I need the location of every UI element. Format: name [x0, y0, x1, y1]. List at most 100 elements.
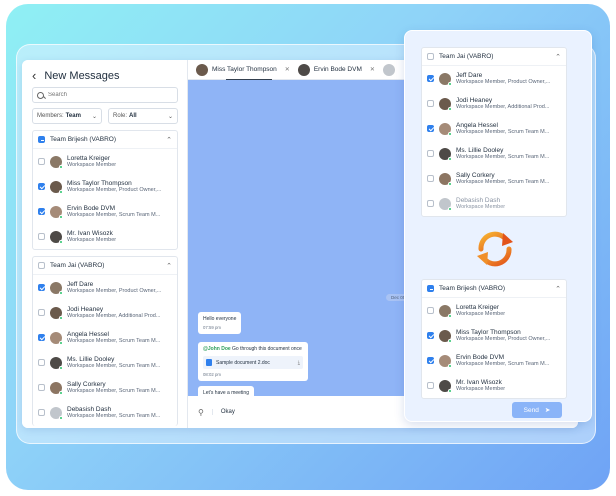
member-checkbox[interactable] [38, 384, 45, 391]
filters: Members: Team ⌄ Role: All ⌄ [32, 108, 178, 124]
search-box[interactable] [32, 87, 178, 103]
chevron-up-icon[interactable]: ⌃ [166, 262, 172, 270]
close-icon[interactable]: ✕ [370, 66, 375, 73]
member-name: Miss Taylor Thompson [67, 180, 132, 187]
member-row[interactable]: Angela Hessel Workspace Member, Scrum Tea… [422, 116, 566, 141]
tab-label: Ervin Bode DVM [313, 66, 362, 73]
tab-chat[interactable]: Miss Taylor Thompson ✕ [196, 63, 290, 76]
member-checkbox[interactable] [427, 382, 434, 389]
group-checkbox[interactable] [427, 285, 434, 292]
member-row[interactable]: Ms. Lillie Dooley Workspace Member, Scrum… [33, 350, 177, 375]
message-input[interactable]: Okay [211, 409, 235, 415]
member-checkbox[interactable] [427, 332, 434, 339]
member-role: Workspace Member, Product Owner,... [456, 336, 551, 342]
group-checkbox[interactable] [38, 262, 45, 269]
member-checkbox[interactable] [38, 309, 45, 316]
member-name: Sally Corkery [67, 381, 106, 388]
download-icon[interactable]: ⤓ [298, 360, 300, 366]
avatar [439, 354, 452, 368]
member-checkbox[interactable] [38, 409, 45, 416]
avatar [439, 72, 452, 86]
member-row[interactable]: Ervin Bode DVM Workspace Member, Scrum Te… [422, 348, 566, 373]
member-checkbox[interactable] [38, 334, 45, 341]
member-checkbox[interactable] [427, 307, 434, 314]
avatar [439, 147, 452, 161]
member-checkbox[interactable] [38, 183, 45, 190]
member-name: Angela Hessel [67, 331, 109, 338]
send-button[interactable]: Send ➤ [512, 402, 562, 418]
tab-chat[interactable] [382, 63, 395, 76]
member-checkbox[interactable] [427, 100, 434, 107]
member-row[interactable]: Mr. Ivan Wisozk Workspace Member [33, 224, 177, 249]
attachment-icon[interactable]: ⚲ [198, 408, 204, 417]
group-header[interactable]: Team Brijesh (VABRO) ⌃ [33, 131, 177, 149]
member-row[interactable]: Angela Hessel Workspace Member, Scrum Tea… [33, 325, 177, 350]
avatar [439, 379, 452, 393]
search-input[interactable] [48, 92, 168, 98]
group-team-brijesh: Team Brijesh (VABRO) ⌃ Loretta Kreiger Work… [32, 130, 178, 250]
message-time: 07:59 pm [203, 325, 221, 330]
member-row[interactable]: Sally Corkery Workspace Member, Scrum Tea… [33, 375, 177, 400]
group-header[interactable]: Team Jai (VABRO) ⌃ [422, 48, 566, 66]
member-role: Workspace Member [456, 386, 506, 392]
chevron-up-icon[interactable]: ⌃ [555, 53, 561, 61]
member-checkbox[interactable] [38, 284, 45, 291]
member-row[interactable]: Mr. Ivan Wisozk Workspace Member [422, 373, 566, 398]
group-header[interactable]: Team Jai (VABRO) ⌃ [33, 257, 177, 275]
page-title: New Messages [44, 69, 120, 82]
tab-label: Miss Taylor Thompson [212, 66, 277, 73]
message-text: Hello everyone [203, 316, 237, 322]
back-arrow-icon[interactable]: ‹ [32, 68, 36, 83]
member-checkbox[interactable] [427, 125, 434, 132]
member-row[interactable]: Ms. Lillie Dooley Workspace Member, Scrum… [422, 141, 566, 166]
group-checkbox[interactable] [38, 136, 45, 143]
member-name: Ervin Bode DVM [456, 354, 505, 361]
role-label: Role: [113, 113, 128, 119]
group-header[interactable]: Team Brijesh (VABRO) ⌃ [422, 280, 566, 298]
member-checkbox[interactable] [427, 175, 434, 182]
member-checkbox[interactable] [38, 208, 45, 215]
member-checkbox[interactable] [427, 357, 434, 364]
member-row[interactable]: Loretta Kreiger Workspace Member [422, 298, 566, 323]
member-row[interactable]: Debasish Dash Workspace Member [422, 191, 566, 216]
member-row[interactable]: Jeff Dare Workspace Member, Product Owner… [33, 275, 177, 300]
member-row[interactable]: Jodi Heaney Workspace Member, Additional … [422, 91, 566, 116]
members-select[interactable]: Members: Team ⌄ [32, 108, 102, 124]
member-row[interactable]: Sally Corkery Workspace Member, Scrum Tea… [422, 166, 566, 191]
member-row[interactable]: Jeff Dare Workspace Member, Product Owner… [422, 66, 566, 91]
online-status-icon [448, 131, 452, 136]
member-name: Loretta Kreiger [67, 155, 110, 162]
close-icon[interactable]: ✕ [285, 66, 290, 73]
document-attachment[interactable]: Sample document 2.doc ⤓ [203, 356, 303, 369]
group-checkbox[interactable] [427, 53, 434, 60]
member-row[interactable]: Jodi Heaney Workspace Member, Additional … [33, 300, 177, 325]
avatar [439, 304, 452, 318]
member-checkbox[interactable] [427, 150, 434, 157]
role-select[interactable]: Role: All ⌄ [108, 108, 178, 124]
member-checkbox[interactable] [427, 200, 434, 207]
avatar [50, 306, 63, 320]
member-checkbox[interactable] [38, 359, 45, 366]
member-checkbox[interactable] [38, 158, 45, 165]
member-role: Workspace Member, Product Owner,... [67, 288, 162, 294]
member-checkbox[interactable] [427, 75, 434, 82]
send-icon: ➤ [544, 407, 551, 414]
mention[interactable]: @John Doe [203, 346, 231, 352]
tab-chat[interactable]: Ervin Bode DVM ✕ [297, 63, 375, 76]
member-row[interactable]: Miss Taylor Thompson Workspace Member, Pr… [422, 323, 566, 348]
chevron-up-icon[interactable]: ⌃ [555, 285, 561, 293]
member-row[interactable]: Loretta Kreiger Workspace Member [33, 149, 177, 174]
avatar [50, 205, 63, 219]
member-row[interactable]: Debasish Dash Workspace Member, Scrum Tea… [33, 400, 177, 425]
member-role: Workspace Member, Scrum Team M... [67, 338, 161, 344]
chevron-up-icon[interactable]: ⌃ [166, 136, 172, 144]
member-checkbox[interactable] [38, 233, 45, 240]
online-status-icon [59, 390, 63, 395]
online-status-icon [59, 189, 63, 194]
group-team-brijesh: Team Brijesh (VABRO) ⌃ Loretta Kreiger Work… [421, 279, 567, 399]
member-row[interactable]: Miss Taylor Thompson Workspace Member, Pr… [33, 174, 177, 199]
member-row[interactable]: Ervin Bode DVM Workspace Member, Scrum Te… [33, 199, 177, 224]
avatar [439, 97, 452, 111]
group-title: Team Brijesh (VABRO) [50, 136, 116, 143]
online-status-icon [448, 388, 452, 393]
